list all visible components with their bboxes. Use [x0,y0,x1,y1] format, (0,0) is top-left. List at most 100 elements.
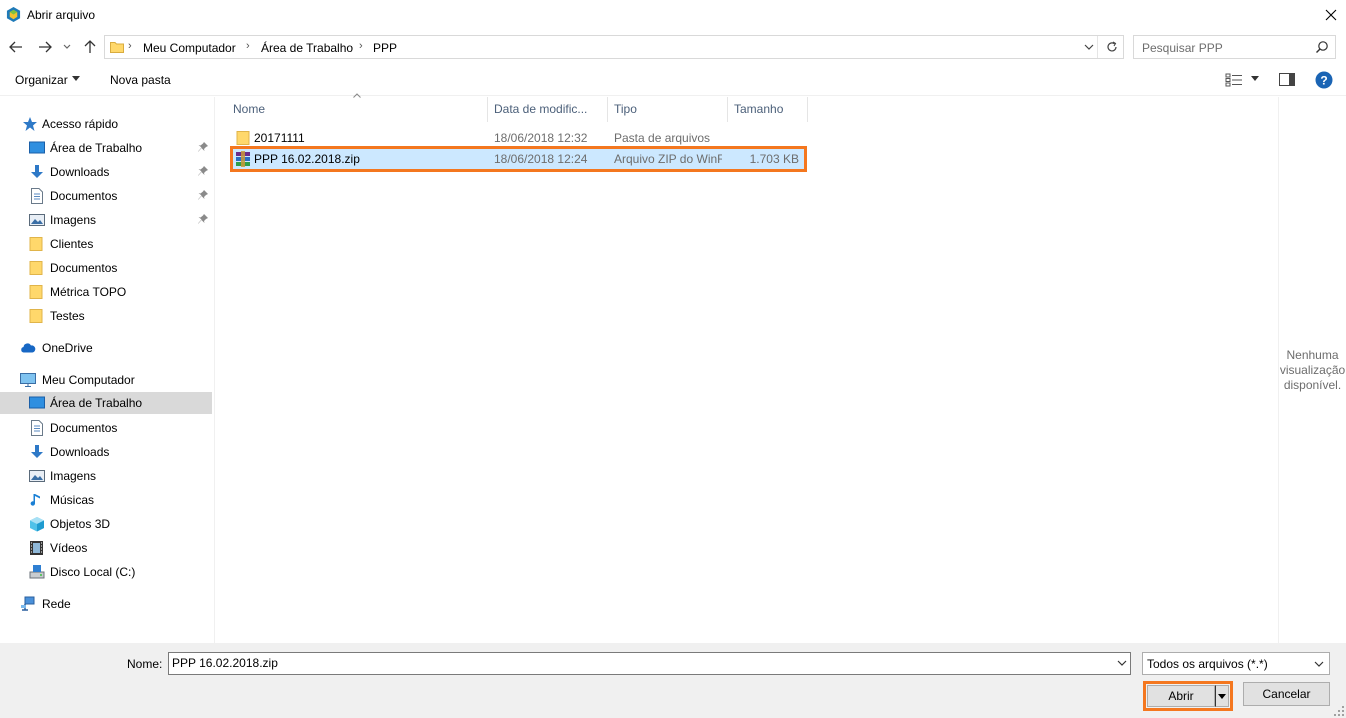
up-button[interactable] [80,37,100,57]
3d-objects-icon [30,517,44,532]
sidebar-item-downloads-quick[interactable]: Downloads [0,161,212,183]
refresh-button[interactable] [1101,36,1123,58]
column-header-name[interactable]: Nome [231,97,487,122]
recent-locations-button[interactable] [60,37,74,57]
sidebar-item-label: Disco Local (C:) [50,565,136,579]
sidebar-item-desktop-quick[interactable]: Área de Trabalho [0,137,212,159]
refresh-icon [1107,41,1117,52]
file-type: Pasta de arquivos [614,131,711,145]
filename-label: Nome: [127,657,163,671]
sidebar-item-label: Vídeos [50,541,88,555]
search-input[interactable]: Pesquisar PPP [1133,35,1336,59]
sidebar-item-label: Downloads [50,445,110,459]
navigation-row: › Meu Computador › Área de Trabalho › PP… [0,33,1346,61]
column-header-date[interactable]: Data de modific... [488,97,607,122]
breadcrumb-desktop[interactable]: Área de Trabalho [261,41,353,55]
command-bar: Organizar Nova pasta ? [0,64,1346,96]
document-icon [31,188,43,204]
filename-input[interactable] [172,656,1102,670]
close-icon [1325,9,1337,21]
sidebar-item-quick-access[interactable]: Acesso rápido [0,113,212,135]
open-options-button[interactable] [1215,685,1229,707]
filename-combobox[interactable] [168,652,1131,675]
column-header-size[interactable]: Tamanho [728,97,807,122]
preview-line: Nenhuma [1286,348,1339,362]
address-history-button[interactable] [1080,36,1098,58]
chevron-down-icon [63,44,71,49]
download-icon [31,165,43,178]
caret-down-icon[interactable] [1251,76,1259,81]
folder-icon [29,261,43,275]
breadcrumb-separator: › [246,40,250,52]
arrow-right-icon [39,41,52,53]
sidebar-item-label: Documentos [50,261,118,275]
sidebar-item-documents-quick[interactable]: Documentos [0,185,212,207]
arrow-up-icon [84,40,96,53]
pin-icon[interactable] [198,190,208,200]
sidebar-item-label: Área de Trabalho [50,396,143,410]
caret-down-icon [1218,693,1226,699]
cancel-button[interactable]: Cancelar [1243,682,1330,706]
organize-button[interactable]: Organizar [15,73,68,87]
sidebar-item-testes[interactable]: Testes [0,305,212,327]
sidebar-item-3d-objects[interactable]: Objetos 3D [0,513,212,535]
sidebar-item-downloads[interactable]: Downloads [0,441,212,463]
sidebar-item-computer[interactable]: Meu Computador [0,369,212,391]
pin-icon[interactable] [198,166,208,176]
sidebar-item-label: Imagens [50,469,97,483]
sidebar-item-pictures-quick[interactable]: Imagens [0,209,212,231]
window-title: Abrir arquivo [27,8,96,22]
resize-grip-icon[interactable] [1334,706,1344,716]
pin-icon[interactable] [198,214,208,224]
sidebar-item-metrica-topo[interactable]: Métrica TOPO [0,281,212,303]
chevron-down-icon[interactable] [1117,657,1127,669]
new-folder-button[interactable]: Nova pasta [110,73,171,87]
document-icon [31,420,43,436]
search-placeholder: Pesquisar PPP [1142,41,1223,55]
sidebar-item-label: Meu Computador [42,373,135,387]
file-row[interactable]: 20171111 18/06/2018 12:32 Pasta de arqui… [231,128,804,148]
search-icon [1316,41,1328,53]
sidebar-item-network[interactable]: Rede [0,593,212,615]
sidebar-item-label: OneDrive [42,341,93,355]
column-header-label: Nome [233,102,266,116]
sidebar-item-clientes[interactable]: Clientes [0,233,212,255]
breadcrumb-ppp[interactable]: PPP [373,41,397,55]
chevron-down-icon [1084,44,1093,50]
column-header-type[interactable]: Tipo [608,97,727,122]
sidebar-item-label: Objetos 3D [50,517,111,531]
breadcrumb-separator: › [128,40,132,52]
sidebar-item-local-disk[interactable]: Disco Local (C:) [0,561,212,583]
sidebar-item-desktop[interactable]: Área de Trabalho [0,392,212,414]
address-bar[interactable]: › Meu Computador › Área de Trabalho › PP… [104,35,1124,59]
help-icon[interactable]: ? [1315,71,1333,89]
close-button[interactable] [1316,0,1346,30]
pane-splitter[interactable] [214,97,215,643]
sidebar-item-videos[interactable]: Vídeos [0,537,212,559]
computer-icon [20,373,36,387]
music-icon [30,494,40,506]
file-type-select[interactable]: Todos os arquivos (*.*) [1142,652,1330,675]
column-header-label: Data de modific... [494,102,588,116]
view-details-icon[interactable] [1225,73,1243,87]
folder-icon [29,285,43,299]
network-icon [21,596,35,611]
breadcrumb-computer[interactable]: Meu Computador [143,41,236,55]
caret-down-icon[interactable] [72,76,80,81]
sidebar-item-label: Testes [50,309,85,323]
open-button[interactable]: Abrir [1147,685,1215,707]
pin-icon[interactable] [198,142,208,152]
sidebar-item-label: Métrica TOPO [50,285,127,299]
sidebar-item-music[interactable]: Músicas [0,489,212,511]
download-icon [31,445,43,458]
sidebar-item-onedrive[interactable]: OneDrive [0,337,212,359]
forward-button[interactable] [35,37,55,57]
column-header-label: Tamanho [734,102,784,116]
sidebar-item-documents[interactable]: Documentos [0,417,212,439]
preview-pane-icon[interactable] [1279,73,1295,86]
back-button[interactable] [6,37,26,57]
app-icon [6,7,21,22]
sidebar-item-documentos-folder[interactable]: Documentos [0,257,212,279]
column-divider[interactable] [807,97,808,122]
sidebar-item-pictures[interactable]: Imagens [0,465,212,487]
